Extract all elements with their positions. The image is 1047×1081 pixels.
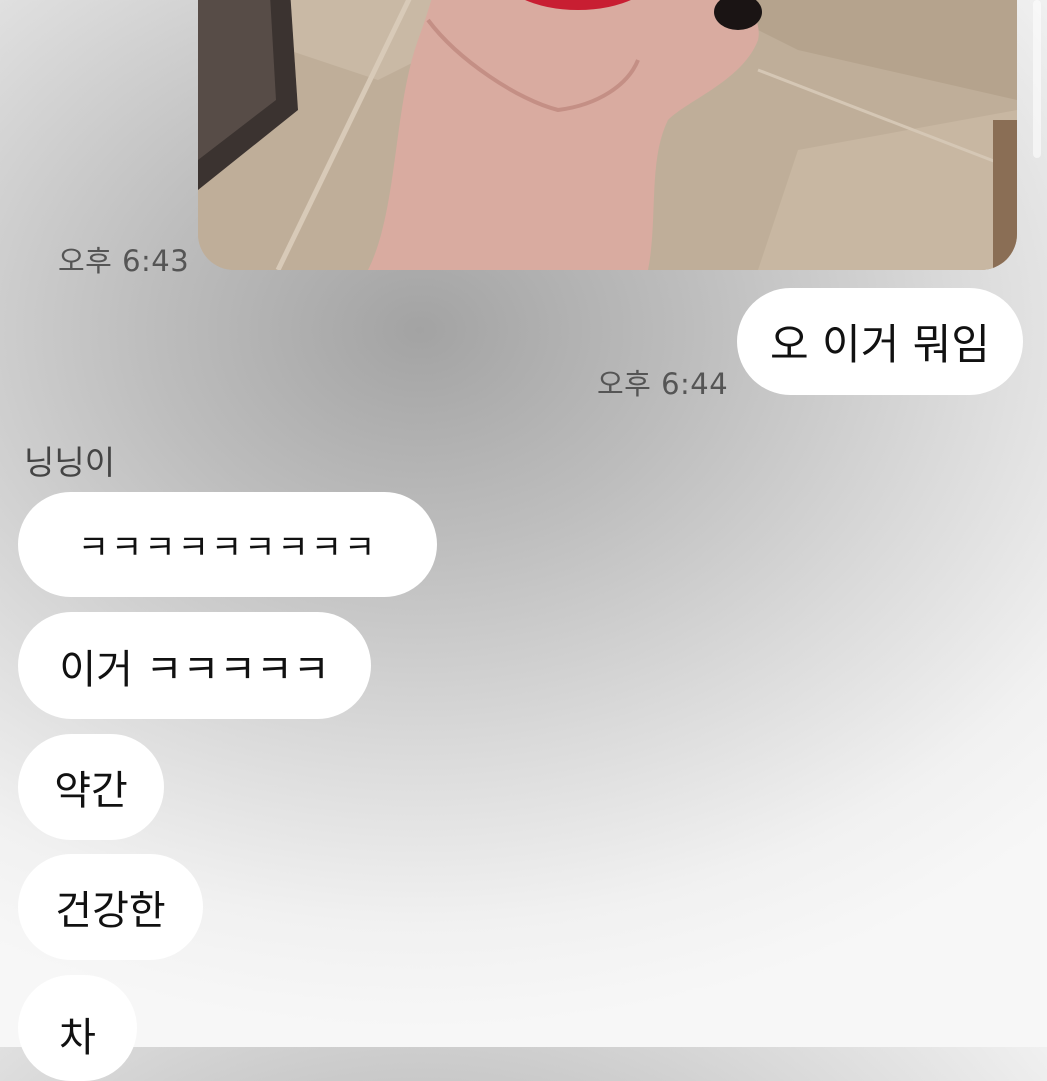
received-message-bubble[interactable]: 차 [18,975,137,1081]
message-text: 차 [59,1015,96,1061]
received-message-bubble[interactable]: 약간 [18,734,164,840]
message-text: ㅋㅋㅋㅋㅋㅋㅋㅋㅋ [77,528,378,568]
chat-thread: 오후 6:43 오 이거 뭐임 오후 6:44 닝닝이 ㅋㅋㅋㅋㅋㅋㅋㅋㅋ 이거… [0,0,1047,1081]
message-text: 약간 [54,768,128,814]
photo-timestamp: 오후 6:43 [58,244,190,278]
received-message-bubble[interactable]: 이거 ㅋㅋㅋㅋㅋ [18,612,371,719]
photo-message[interactable] [198,0,1017,270]
sent-message-bubble[interactable]: 오 이거 뭐임 [737,288,1023,395]
received-message-bubble[interactable]: ㅋㅋㅋㅋㅋㅋㅋㅋㅋ [18,492,437,597]
photo-image [198,0,1017,270]
scrollbar[interactable] [1033,0,1041,158]
message-text: 이거 ㅋㅋㅋㅋㅋ [59,646,330,693]
received-message-bubble[interactable]: 건강한 [18,854,203,960]
sent-timestamp: 오후 6:44 [597,367,729,401]
message-text: 건강한 [55,888,166,934]
sent-message-text: 오 이거 뭐임 [770,320,990,369]
sender-name: 닝닝이 [24,443,116,482]
